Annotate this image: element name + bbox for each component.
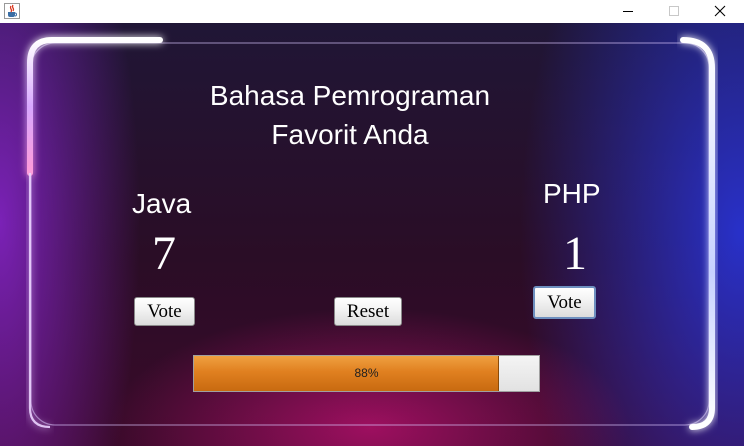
close-button[interactable] [697,0,743,23]
php-vote-count: 1 [563,227,587,280]
java-cup-icon [4,3,20,19]
php-vote-button[interactable]: Vote [533,286,596,319]
php-label: PHP [543,178,601,209]
progress-percent-label: 88% [354,366,379,380]
page-title-line-1: Bahasa Pemrograman [209,80,491,111]
vote-panel: Bahasa Pemrograman Favorit Anda Java 7 V… [0,23,744,446]
vote-progress-bar: 88% [193,355,540,392]
close-icon [714,5,726,17]
page-title-line-2: Favorit Anda [271,119,429,150]
maximize-button[interactable] [651,0,697,23]
window-title-bar[interactable] [0,0,744,23]
maximize-icon [669,6,679,16]
java-vote-button[interactable]: Vote [134,297,195,326]
reset-button[interactable]: Reset [334,297,402,326]
minimize-button[interactable] [605,0,651,23]
minimize-icon [623,11,633,12]
java-vote-count: 7 [152,227,176,280]
java-label: Java [132,188,192,219]
